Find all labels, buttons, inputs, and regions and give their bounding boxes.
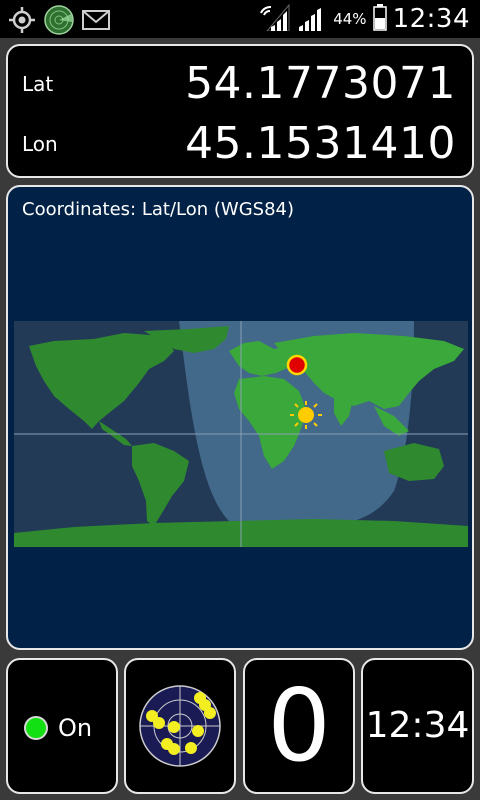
gps-target-icon bbox=[8, 6, 36, 38]
status-bar: 44% 12:34 bbox=[0, 0, 480, 38]
satellite-count: 0 bbox=[267, 667, 331, 784]
clock-time: 12:34 bbox=[365, 705, 470, 746]
world-map[interactable] bbox=[14, 321, 468, 547]
lat-value: 54.1773071 bbox=[185, 58, 456, 109]
world-map-panel[interactable]: Coordinates: Lat/Lon (WGS84) bbox=[6, 185, 474, 650]
satellite-radar-panel[interactable] bbox=[124, 658, 236, 794]
gps-status-panel[interactable]: On bbox=[6, 658, 118, 794]
world-map-svg bbox=[14, 321, 468, 547]
lon-value: 45.1531410 bbox=[185, 118, 456, 169]
satellite-count-panel[interactable]: 0 bbox=[243, 658, 355, 794]
lat-label: Lat bbox=[22, 72, 54, 96]
satellite-radar-icon bbox=[139, 685, 221, 767]
radar-app-icon bbox=[44, 5, 74, 39]
coordinate-system-caption: Coordinates: Lat/Lon (WGS84) bbox=[22, 199, 294, 220]
gps-status-label: On bbox=[58, 714, 93, 742]
coordinates-panel[interactable]: Lat 54.1773071 Lon 45.1531410 bbox=[6, 44, 474, 178]
battery-icon bbox=[372, 3, 387, 35]
envelope-icon bbox=[82, 9, 110, 35]
gps-status-led-icon bbox=[24, 716, 48, 740]
longitude-row: Lon 45.1531410 bbox=[8, 114, 472, 174]
lon-label: Lon bbox=[22, 132, 58, 156]
battery-percent: 44% bbox=[333, 10, 367, 28]
status-time: 12:34 bbox=[392, 4, 470, 34]
cell-signal-icon bbox=[297, 3, 327, 35]
wifi-signal-icon bbox=[257, 3, 291, 35]
current-position-marker-icon bbox=[286, 354, 308, 376]
clock-panel[interactable]: 12:34 bbox=[361, 658, 474, 794]
latitude-row: Lat 54.1773071 bbox=[8, 54, 472, 114]
